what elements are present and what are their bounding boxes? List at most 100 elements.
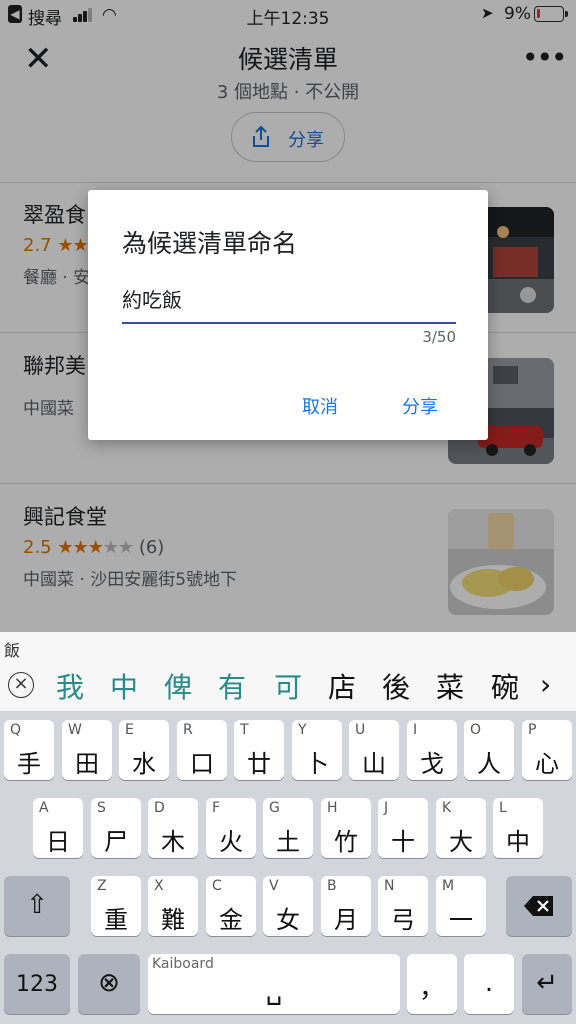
candidate-bar: 飯 × 我 中 俾 有 可 店 後 菜 碗 ›: [0, 632, 576, 712]
key[interactable]: U山: [349, 720, 399, 780]
comma-glyph: ，: [418, 974, 445, 1004]
key[interactable]: R口: [177, 720, 227, 780]
key[interactable]: G土: [263, 798, 313, 858]
key-latin: N: [384, 878, 395, 894]
key[interactable]: D木: [148, 798, 198, 858]
key-radical: 中: [506, 828, 530, 856]
key[interactable]: A日: [33, 798, 83, 858]
globe-key[interactable]: ⊗: [78, 954, 140, 1014]
key[interactable]: Y卜: [292, 720, 342, 780]
key[interactable]: M一: [436, 876, 486, 936]
key-latin: E: [125, 722, 134, 738]
backspace-key[interactable]: [506, 876, 572, 936]
key[interactable]: K大: [436, 798, 486, 858]
key[interactable]: J十: [378, 798, 428, 858]
candidate[interactable]: 我: [50, 666, 90, 706]
period-key[interactable]: .: [464, 954, 514, 1014]
key-radical: 土: [276, 828, 300, 856]
key[interactable]: S尸: [91, 798, 141, 858]
candidate[interactable]: 碗: [485, 666, 525, 706]
key-latin: T: [240, 722, 249, 738]
key[interactable]: E水: [119, 720, 169, 780]
key-radical: 十: [391, 828, 415, 856]
backspace-icon: [524, 896, 553, 916]
key-radical: 弓: [391, 906, 415, 934]
candidate[interactable]: 後: [376, 666, 416, 706]
key[interactable]: F火: [206, 798, 256, 858]
key-radical: 人: [477, 750, 501, 778]
key[interactable]: Z重: [91, 876, 141, 936]
key-latin: C: [212, 878, 222, 894]
space-icon: ␣: [265, 976, 283, 1006]
numbers-label: 123: [16, 972, 58, 997]
key-radical: 日: [46, 828, 70, 856]
key-latin: I: [413, 722, 418, 738]
key-radical: 金: [219, 906, 243, 934]
key-radical: 田: [75, 750, 99, 778]
key-radical: 月: [334, 906, 358, 934]
key-latin: F: [212, 800, 221, 816]
key-radical: 戈: [420, 750, 444, 778]
key[interactable]: Q手: [4, 720, 54, 780]
key-radical: 火: [219, 828, 243, 856]
list-name-input[interactable]: 約吃飯: [122, 284, 456, 324]
key-latin: R: [183, 722, 193, 738]
key-latin: H: [327, 800, 338, 816]
candidate[interactable]: 店: [322, 666, 362, 706]
candidate[interactable]: 可: [268, 666, 308, 706]
key-radical: 一: [449, 906, 473, 934]
candidate[interactable]: 菜: [430, 666, 470, 706]
key[interactable]: P心: [522, 720, 572, 780]
candidate[interactable]: 有: [212, 666, 252, 706]
candidate[interactable]: 俾: [158, 666, 198, 706]
confirm-share-button[interactable]: 分享: [402, 393, 438, 419]
key[interactable]: V女: [263, 876, 313, 936]
key-latin: V: [269, 878, 279, 894]
key[interactable]: W田: [62, 720, 112, 780]
key[interactable]: C金: [206, 876, 256, 936]
cancel-button[interactable]: 取消: [302, 393, 338, 419]
numbers-key[interactable]: 123: [4, 954, 70, 1014]
composition-text: 飯: [4, 641, 21, 660]
key[interactable]: T廿: [234, 720, 284, 780]
key-radical: 卜: [305, 750, 329, 778]
period-glyph: .: [484, 968, 494, 998]
key-latin: X: [154, 878, 164, 894]
key[interactable]: L中: [493, 798, 543, 858]
key-latin: O: [470, 722, 482, 738]
space-key[interactable]: Kaiboard ␣: [148, 954, 400, 1014]
key-radical: 難: [161, 906, 185, 934]
key[interactable]: O人: [464, 720, 514, 780]
key-radical: 手: [17, 750, 41, 778]
key-latin: Y: [298, 722, 307, 738]
key[interactable]: H竹: [321, 798, 371, 858]
key-latin: L: [499, 800, 507, 816]
key-latin: Z: [97, 878, 107, 894]
globe-icon: ⊗: [98, 968, 120, 998]
dialog-title: 為候選清單命名: [122, 229, 298, 258]
candidate[interactable]: 中: [104, 666, 144, 706]
key[interactable]: B月: [321, 876, 371, 936]
rename-dialog: 為候選清單命名 約吃飯 3/50 取消 分享: [88, 190, 488, 440]
key-latin: G: [269, 800, 280, 816]
key-radical: 女: [276, 906, 300, 934]
key-latin: K: [442, 800, 452, 816]
key-radical: 木: [161, 828, 185, 856]
key[interactable]: I戈: [407, 720, 457, 780]
key-latin: M: [442, 878, 455, 894]
comma-key[interactable]: ，: [407, 954, 457, 1014]
key-latin: S: [97, 800, 106, 816]
key-radical: 大: [449, 828, 473, 856]
return-key[interactable]: ↵: [522, 954, 572, 1014]
key[interactable]: N弓: [378, 876, 428, 936]
return-icon: ↵: [536, 968, 558, 998]
key[interactable]: X難: [148, 876, 198, 936]
key-radical: 尸: [104, 828, 128, 856]
chevron-right-icon[interactable]: ›: [540, 668, 551, 701]
key-latin: D: [154, 800, 165, 816]
shift-key[interactable]: ⇧: [4, 876, 70, 936]
clear-composition-icon[interactable]: ×: [8, 672, 34, 698]
character-counter: 3/50: [422, 328, 456, 346]
keyboard-brand: Kaiboard: [152, 956, 214, 972]
key-latin: U: [355, 722, 366, 738]
